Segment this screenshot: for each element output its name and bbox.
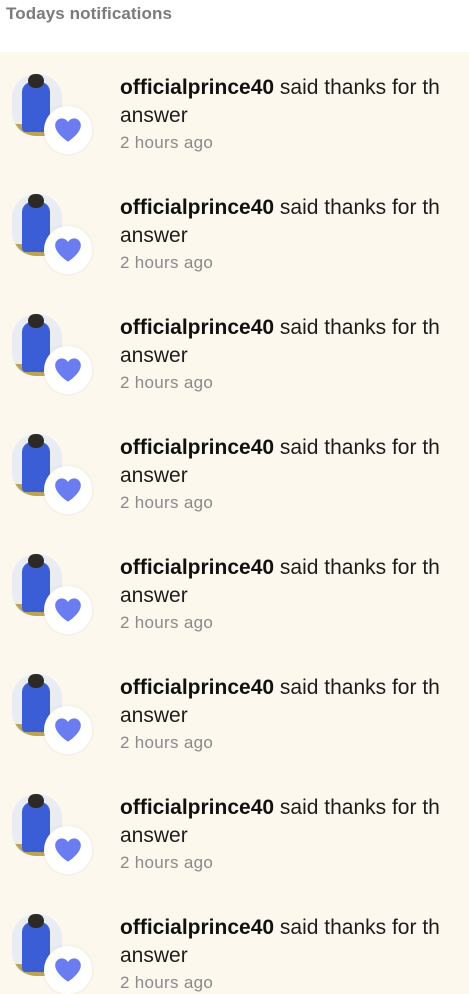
notification-time: 2 hours ago [120, 493, 214, 512]
notification-item[interactable]: officialprince40 said thanks for th answ… [0, 532, 469, 652]
heart-icon [55, 118, 81, 142]
notification-text: officialprince40 said thanks for th answ… [120, 74, 469, 156]
notification-message-continuation: answer [120, 704, 188, 727]
notification-item[interactable]: officialprince40 said thanks for th answ… [0, 52, 469, 172]
notification-text: officialprince40 said thanks for th answ… [120, 314, 469, 396]
notification-username[interactable]: officialprince40 [120, 916, 274, 939]
notification-item[interactable]: officialprince40 said thanks for th answ… [0, 292, 469, 412]
notification-time: 2 hours ago [120, 373, 214, 392]
notification-time: 2 hours ago [120, 613, 214, 632]
heart-icon [55, 838, 81, 862]
notification-time: 2 hours ago [120, 733, 214, 752]
notification-time: 2 hours ago [120, 973, 214, 992]
notification-text: officialprince40 said thanks for th answ… [120, 914, 469, 994]
notification-username[interactable]: officialprince40 [120, 316, 274, 339]
notification-message-continuation: answer [120, 104, 188, 127]
heart-badge [44, 226, 92, 274]
notification-message-continuation: answer [120, 944, 188, 967]
notification-message-continuation: answer [120, 824, 188, 847]
notification-text: officialprince40 said thanks for th answ… [120, 674, 469, 756]
notification-time: 2 hours ago [120, 133, 214, 152]
heart-badge [44, 586, 92, 634]
notification-message: said thanks for th [279, 676, 440, 699]
notification-item[interactable]: officialprince40 said thanks for th answ… [0, 892, 469, 994]
notification-username[interactable]: officialprince40 [120, 76, 274, 99]
notification-message-continuation: answer [120, 344, 188, 367]
heart-icon [55, 718, 81, 742]
notification-message-continuation: answer [120, 584, 188, 607]
notification-username[interactable]: officialprince40 [120, 676, 274, 699]
notification-message: said thanks for th [279, 556, 440, 579]
notification-message-continuation: answer [120, 224, 188, 247]
notifications-header: Todays notifications [0, 0, 469, 52]
notification-time: 2 hours ago [120, 253, 214, 272]
heart-icon [55, 958, 81, 982]
notification-text: officialprince40 said thanks for th answ… [120, 194, 469, 276]
notification-item[interactable]: officialprince40 said thanks for th answ… [0, 172, 469, 292]
notification-message: said thanks for th [279, 916, 440, 939]
heart-badge [44, 346, 92, 394]
heart-badge [44, 466, 92, 514]
notification-username[interactable]: officialprince40 [120, 796, 274, 819]
heart-badge [44, 946, 92, 994]
notification-username[interactable]: officialprince40 [120, 556, 274, 579]
notification-message: said thanks for th [279, 796, 440, 819]
notification-message: said thanks for th [279, 436, 440, 459]
notification-text: officialprince40 said thanks for th answ… [120, 434, 469, 516]
notification-message: said thanks for th [279, 76, 440, 99]
notification-item[interactable]: officialprince40 said thanks for th answ… [0, 772, 469, 892]
notification-message: said thanks for th [279, 316, 440, 339]
notification-time: 2 hours ago [120, 853, 214, 872]
notification-text: officialprince40 said thanks for th answ… [120, 554, 469, 636]
heart-icon [55, 598, 81, 622]
heart-icon [55, 478, 81, 502]
notifications-list: officialprince40 said thanks for th answ… [0, 52, 469, 994]
notification-text: officialprince40 said thanks for th answ… [120, 794, 469, 876]
notification-message-continuation: answer [120, 464, 188, 487]
heart-icon [55, 358, 81, 382]
heart-badge [44, 106, 92, 154]
notification-item[interactable]: officialprince40 said thanks for th answ… [0, 652, 469, 772]
notification-username[interactable]: officialprince40 [120, 436, 274, 459]
heart-badge [44, 826, 92, 874]
notification-item[interactable]: officialprince40 said thanks for th answ… [0, 412, 469, 532]
heart-icon [55, 238, 81, 262]
notification-message: said thanks for th [279, 196, 440, 219]
notification-username[interactable]: officialprince40 [120, 196, 274, 219]
heart-badge [44, 706, 92, 754]
page-title: Todays notifications [6, 4, 173, 23]
